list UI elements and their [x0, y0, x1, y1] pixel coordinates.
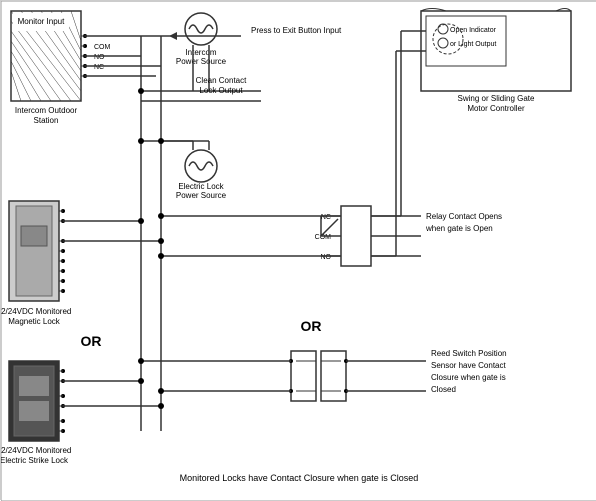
svg-text:Clean Contact: Clean Contact — [196, 76, 247, 85]
wiring-diagram: Monitor Input COM NO NC Intercom Outdoor… — [0, 0, 596, 500]
svg-text:NO: NO — [94, 54, 105, 61]
svg-text:Relay Contact Opens: Relay Contact Opens — [426, 212, 502, 221]
svg-text:COM: COM — [94, 44, 111, 51]
svg-text:Reed Switch Position: Reed Switch Position — [431, 349, 507, 358]
svg-text:12/24VDC Monitored: 12/24VDC Monitored — [1, 446, 71, 455]
svg-text:Electric Strike Lock: Electric Strike Lock — [1, 456, 69, 465]
svg-text:NC: NC — [94, 64, 104, 71]
svg-text:Station: Station — [34, 116, 59, 125]
svg-text:12/24VDC Monitored: 12/24VDC Monitored — [1, 307, 71, 316]
svg-text:Intercom Outdoor: Intercom Outdoor — [15, 106, 78, 115]
svg-text:Sensor have Contact: Sensor have Contact — [431, 361, 506, 370]
svg-text:NO: NO — [321, 254, 332, 261]
svg-text:OR: OR — [81, 333, 102, 349]
svg-text:Closed: Closed — [431, 385, 456, 394]
svg-text:when gate is Open: when gate is Open — [425, 224, 493, 233]
svg-text:or Light Output: or Light Output — [450, 41, 496, 48]
svg-text:Swing or Sliding Gate: Swing or Sliding Gate — [458, 94, 535, 103]
svg-text:Electric Lock: Electric Lock — [178, 182, 224, 191]
svg-text:Magnetic Lock: Magnetic Lock — [8, 317, 61, 326]
svg-text:Power Source: Power Source — [176, 191, 227, 200]
svg-text:Power Source: Power Source — [176, 57, 227, 66]
svg-text:OR: OR — [301, 318, 322, 334]
svg-text:Open Indicator: Open Indicator — [450, 27, 497, 34]
svg-text:Press to Exit Button Input: Press to Exit Button Input — [251, 26, 342, 35]
svg-text:Motor Controller: Motor Controller — [467, 104, 525, 113]
svg-text:Intercom: Intercom — [185, 48, 216, 57]
svg-text:Monitored Locks have Contact C: Monitored Locks have Contact Closure whe… — [180, 473, 419, 483]
svg-text:Monitor Input: Monitor Input — [18, 17, 65, 26]
svg-text:Closure when gate is: Closure when gate is — [431, 373, 506, 382]
svg-text:NC: NC — [321, 214, 331, 221]
svg-text:Lock Output: Lock Output — [199, 86, 243, 95]
